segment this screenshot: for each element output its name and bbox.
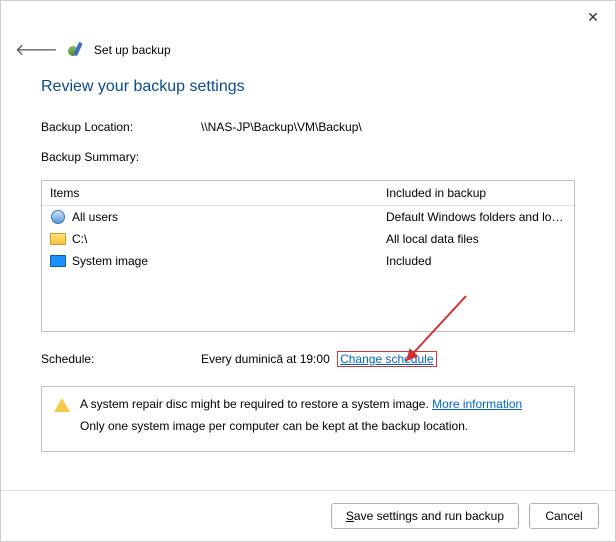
page-title: Review your backup settings [41, 78, 575, 96]
warning-icon [54, 398, 70, 414]
schedule-value: Every duminică at 19:00 [201, 352, 330, 366]
summary-item-name: System image [72, 254, 148, 268]
cancel-button[interactable]: Cancel [529, 503, 599, 529]
window-title: Set up backup [94, 43, 171, 57]
summary-list: Items Included in backup All users Defau… [41, 180, 575, 332]
info-line-2: Only one system image per computer can b… [80, 419, 522, 433]
backup-summary-label-row: Backup Summary: [41, 150, 575, 164]
summary-item-included: Included [386, 254, 566, 268]
summary-item-included: Default Windows folders and lo… [386, 210, 566, 224]
summary-row[interactable]: C:\ All local data files [42, 228, 574, 250]
more-information-link[interactable]: More information [432, 397, 522, 411]
summary-row[interactable]: All users Default Windows folders and lo… [42, 206, 574, 228]
info-box: A system repair disc might be required t… [41, 386, 575, 452]
schedule-row: Schedule: Every duminică at 19:00 Change… [41, 352, 575, 366]
monitor-icon [50, 253, 66, 269]
backup-wizard-icon [68, 42, 84, 58]
info-line-1: A system repair disc might be required t… [80, 397, 522, 411]
back-arrow-icon[interactable]: 🡐 [15, 39, 58, 60]
backup-location-row: Backup Location: \\NAS-JP\Backup\VM\Back… [41, 120, 575, 134]
summary-item-included: All local data files [386, 232, 566, 246]
save-settings-button[interactable]: Save settings and run backup [331, 503, 519, 529]
change-schedule-link[interactable]: Change schedule [337, 351, 436, 367]
summary-header-items: Items [50, 186, 386, 200]
titlebar: 🡐 Set up backup [1, 1, 615, 68]
backup-location-label: Backup Location: [41, 120, 201, 134]
schedule-label: Schedule: [41, 352, 201, 366]
button-bar: Save settings and run backup Cancel [1, 490, 615, 541]
backup-location-value: \\NAS-JP\Backup\VM\Backup\ [201, 120, 362, 134]
users-icon [50, 209, 66, 225]
summary-header: Items Included in backup [42, 181, 574, 206]
backup-summary-label: Backup Summary: [41, 150, 139, 164]
folder-icon [50, 231, 66, 247]
summary-row[interactable]: System image Included [42, 250, 574, 272]
summary-item-name: All users [72, 210, 118, 224]
close-button[interactable]: ✕ [583, 9, 603, 26]
summary-item-name: C:\ [72, 232, 87, 246]
summary-header-included: Included in backup [386, 186, 566, 200]
